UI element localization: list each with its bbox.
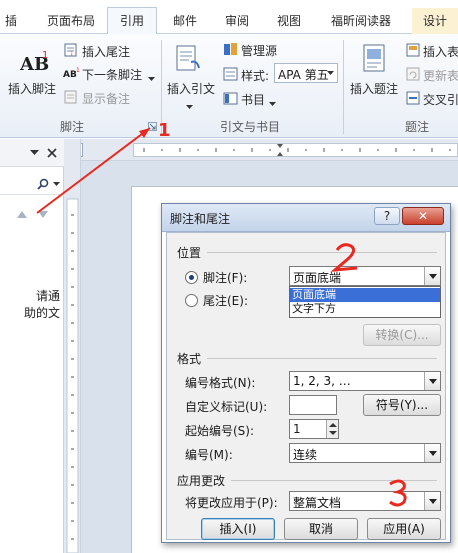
annotation-scribble-2 [330, 243, 358, 272]
annotation-marker-1: 1 [158, 120, 171, 141]
annotation-marker-3: 3 [384, 491, 385, 493]
annotation-arrow [36, 127, 151, 214]
annotation-scribble-3 [389, 479, 407, 507]
annotation-overlay: 1 2 3 [36, 120, 407, 507]
annotation-marker-2: 2 [318, 269, 319, 271]
